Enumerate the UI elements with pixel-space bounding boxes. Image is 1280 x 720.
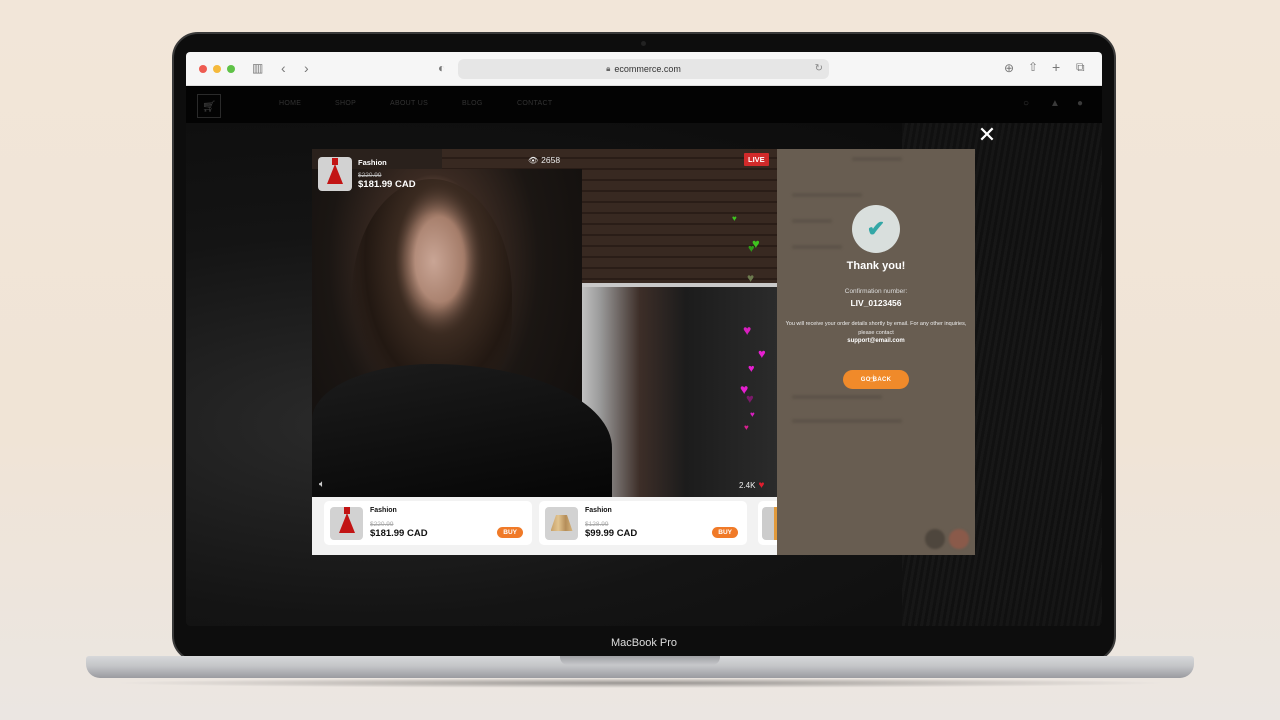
user-icon[interactable]: ● bbox=[1077, 98, 1083, 109]
heart-icon: ♥ bbox=[758, 346, 766, 361]
product-title: Fashion bbox=[585, 507, 612, 514]
product-card[interactable]: Fashion $128.99 $99.99 CAD BUY bbox=[539, 501, 747, 545]
heart-icon: ♥ bbox=[750, 410, 755, 419]
product-price: $99.99 CAD bbox=[585, 528, 638, 539]
heart-icon: ♥ bbox=[748, 363, 755, 375]
tabs-icon[interactable]: ⧉ bbox=[1076, 61, 1085, 73]
reload-icon[interactable]: ↻ bbox=[815, 63, 823, 74]
heart-icon: ♥ bbox=[743, 322, 752, 338]
sidebar-icon[interactable]: ▥ bbox=[252, 62, 263, 74]
shield-icon[interactable]: ◐ bbox=[438, 62, 445, 74]
laptop-notch bbox=[560, 656, 720, 665]
url-text: ecommerce.com bbox=[614, 64, 681, 74]
buy-button[interactable]: BUY bbox=[712, 527, 738, 538]
nav-home[interactable]: HOME bbox=[279, 100, 301, 107]
product-title: Fashion bbox=[370, 507, 397, 514]
product-card[interactable]: Fashion $220.99 $181.99 CAD BUY bbox=[324, 501, 532, 545]
close-window-button[interactable] bbox=[199, 65, 207, 73]
product-thumbnail bbox=[762, 507, 777, 540]
volume-icon[interactable]: 🔈︎ bbox=[319, 479, 325, 490]
featured-price: $181.99 CAD bbox=[358, 179, 416, 190]
back-icon[interactable]: ‹ bbox=[281, 61, 286, 75]
heart-icon: ♥ bbox=[747, 271, 755, 285]
buy-button[interactable]: BUY bbox=[497, 527, 523, 538]
eye-icon: 👁︎ bbox=[528, 155, 539, 165]
checkmark-icon: ✔ bbox=[852, 205, 900, 253]
dress-thumbnail bbox=[330, 506, 363, 540]
confirmation-label: Confirmation number: bbox=[844, 288, 908, 295]
heart-icon: ♥ bbox=[758, 480, 765, 491]
product-carousel[interactable]: Fashion $220.99 $181.99 CAD BUY Fashion … bbox=[312, 497, 777, 555]
go-back-button[interactable]: GO BACK bbox=[843, 370, 909, 389]
search-icon[interactable]: ○ bbox=[1023, 98, 1029, 109]
heart-icon: ♥ bbox=[744, 423, 749, 432]
dress-thumbnail bbox=[318, 157, 352, 191]
bell-icon[interactable]: ▲ bbox=[1050, 98, 1060, 109]
product-old-price: $220.99 bbox=[370, 521, 394, 528]
product-price: $181.99 CAD bbox=[370, 528, 428, 539]
confirmation-number: LIV_0123456 bbox=[850, 298, 902, 308]
address-bar[interactable]: 🔒︎ ecommerce.com ↻ bbox=[458, 59, 829, 79]
new-tab-icon[interactable]: + bbox=[1052, 60, 1060, 74]
order-confirmation-panel: ✔ Thank you! Confirmation number: LIV_01… bbox=[777, 149, 975, 555]
nav-about-us[interactable]: ABOUT US bbox=[390, 100, 428, 107]
camera bbox=[641, 41, 646, 46]
product-old-price: $128.99 bbox=[585, 521, 609, 528]
confirmation-message: You will receive your order details shor… bbox=[785, 321, 967, 336]
featured-product-tag[interactable]: Fashion $220.99 $181.99 CAD bbox=[318, 155, 446, 193]
thank-you-heading: Thank you! bbox=[846, 260, 906, 272]
browser-toolbar: ▥ ‹ › ◐ 🔒︎ ecommerce.com ↻ ⊕ ⇧ + ⧉ bbox=[186, 52, 1102, 86]
site-navigation: 🛒︎ HOME SHOP ABOUT US BLOG CONTACT ○ ▲ ● bbox=[186, 87, 1102, 123]
heart-icon: ♥ bbox=[746, 391, 754, 406]
heart-icon: ♥ bbox=[732, 214, 737, 223]
live-badge: LIVE bbox=[744, 153, 769, 166]
featured-old-price: $220.99 bbox=[358, 172, 382, 179]
heart-icon: ♥ bbox=[748, 243, 755, 255]
nav-contact[interactable]: CONTACT bbox=[517, 100, 552, 107]
viewer-count: 👁︎ 2658 bbox=[528, 155, 561, 165]
screen: ▥ ‹ › ◐ 🔒︎ ecommerce.com ↻ ⊕ ⇧ + ⧉ 🛒︎ HO… bbox=[186, 52, 1102, 626]
support-email-link[interactable]: support@email.com bbox=[777, 338, 975, 344]
cart-logo-icon[interactable]: 🛒︎ bbox=[197, 94, 221, 118]
forward-icon[interactable]: › bbox=[304, 61, 309, 75]
device-label: MacBook Pro bbox=[610, 637, 678, 649]
maximize-window-button[interactable] bbox=[227, 65, 235, 73]
hand-cursor-icon: ☝︎ bbox=[869, 374, 876, 385]
download-icon[interactable]: ⊕ bbox=[1004, 62, 1014, 74]
minimize-window-button[interactable] bbox=[213, 65, 221, 73]
lock-icon: 🔒︎ bbox=[606, 64, 611, 73]
product-card-partial[interactable] bbox=[758, 501, 777, 545]
nav-shop[interactable]: SHOP bbox=[335, 100, 356, 107]
like-count[interactable]: 2.4K ♥ bbox=[739, 480, 764, 491]
nav-blog[interactable]: BLOG bbox=[462, 100, 483, 107]
live-video[interactable]: Fashion $220.99 $181.99 CAD 👁︎ 2658 LIVE… bbox=[312, 149, 777, 497]
share-icon[interactable]: ⇧ bbox=[1028, 61, 1038, 73]
close-modal-button[interactable]: ✕ bbox=[977, 124, 997, 146]
skirt-thumbnail bbox=[545, 506, 578, 540]
featured-title: Fashion bbox=[358, 158, 387, 167]
